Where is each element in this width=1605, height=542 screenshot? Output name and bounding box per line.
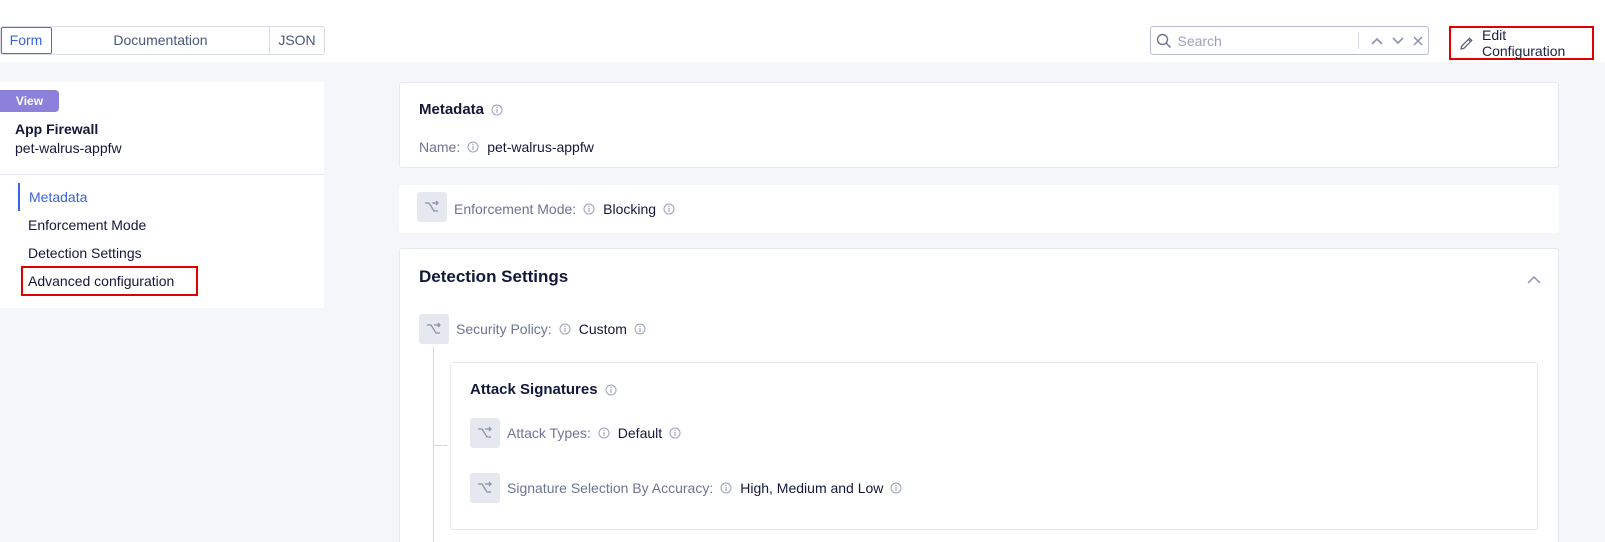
chevron-up-icon[interactable]	[1526, 271, 1542, 287]
detection-settings-title: Detection Settings	[419, 267, 569, 286]
search-box	[1150, 26, 1429, 55]
search-input[interactable]	[1177, 28, 1359, 53]
mode-select-icon[interactable]	[470, 473, 500, 503]
tab-form[interactable]: Form	[1, 27, 52, 54]
security-policy-label: Security Policy:	[456, 321, 552, 337]
tab-documentation[interactable]: Documentation	[52, 27, 270, 54]
metadata-section: Metadata Name: pet-walrus-appfw	[399, 82, 1559, 168]
security-policy-row: Security Policy: Custom	[456, 321, 646, 337]
object-name: pet-walrus-appfw	[15, 140, 122, 156]
info-icon[interactable]	[583, 203, 595, 215]
search-icon	[1151, 27, 1177, 54]
attack-types-value: Default	[617, 425, 663, 441]
enforcement-mode-value: Blocking	[603, 201, 657, 217]
name-label: Name:	[419, 139, 461, 155]
info-icon[interactable]	[890, 482, 902, 494]
sidebar-item-metadata[interactable]: Metadata	[18, 183, 318, 211]
edit-configuration-label: Edit Configuration	[1482, 27, 1566, 59]
info-icon[interactable]	[559, 323, 571, 335]
chevron-down-icon[interactable]	[1388, 27, 1408, 54]
close-icon[interactable]	[1408, 27, 1428, 54]
security-policy-value: Custom	[578, 321, 627, 337]
sidebar-divider	[0, 174, 324, 175]
metadata-name-row: Name: pet-walrus-appfw	[419, 139, 594, 155]
object-type: App Firewall	[15, 121, 99, 137]
sidebar: View App Firewall pet-walrus-appfw Metad…	[0, 82, 324, 308]
info-icon[interactable]	[491, 104, 503, 116]
info-icon[interactable]	[669, 427, 681, 439]
metadata-title: Metadata	[419, 101, 503, 118]
tab-json[interactable]: JSON	[270, 27, 324, 54]
info-icon[interactable]	[605, 384, 617, 396]
attack-signatures-section: Attack Signatures Attack Types: Default …	[450, 362, 1538, 530]
attack-types-row: Attack Types: Default	[507, 425, 681, 441]
sidebar-item-enforcement-mode[interactable]: Enforcement Mode	[18, 211, 318, 239]
info-icon[interactable]	[663, 203, 675, 215]
mode-select-icon[interactable]	[419, 314, 449, 344]
view-badge: View	[0, 90, 59, 112]
attack-types-label: Attack Types:	[507, 425, 591, 441]
sidebar-item-detection-settings[interactable]: Detection Settings	[18, 239, 318, 267]
detection-settings-section: Detection Settings Security Policy: Cust…	[399, 248, 1559, 542]
mode-select-icon[interactable]	[417, 192, 447, 222]
attack-signatures-title: Attack Signatures	[470, 381, 617, 398]
sidebar-item-advanced-configuration[interactable]: Advanced configuration	[21, 266, 198, 296]
view-tabs: Form Documentation JSON	[0, 26, 325, 55]
top-toolbar: Form Documentation JSON Edit Configurati…	[0, 0, 1605, 62]
enforcement-mode-section: Enforcement Mode: Blocking	[399, 185, 1559, 233]
search-divider	[1358, 32, 1360, 49]
signature-accuracy-value: High, Medium and Low	[740, 480, 884, 496]
chevron-up-icon[interactable]	[1367, 27, 1387, 54]
name-value: pet-walrus-appfw	[487, 139, 594, 155]
info-icon[interactable]	[720, 482, 732, 494]
signature-accuracy-label: Signature Selection By Accuracy:	[507, 480, 714, 496]
edit-configuration-button[interactable]: Edit Configuration	[1449, 26, 1594, 60]
enforcement-mode-row: Enforcement Mode: Blocking	[454, 201, 675, 217]
pencil-icon	[1459, 36, 1474, 51]
tree-connector-branch	[433, 445, 447, 446]
enforcement-mode-label: Enforcement Mode:	[454, 201, 577, 217]
mode-select-icon[interactable]	[470, 418, 500, 448]
metadata-title-text: Metadata	[419, 101, 485, 118]
signature-accuracy-row: Signature Selection By Accuracy: High, M…	[507, 480, 902, 496]
attack-signatures-title-text: Attack Signatures	[470, 381, 598, 398]
info-icon[interactable]	[634, 323, 646, 335]
info-icon[interactable]	[467, 141, 479, 153]
info-icon[interactable]	[598, 427, 610, 439]
